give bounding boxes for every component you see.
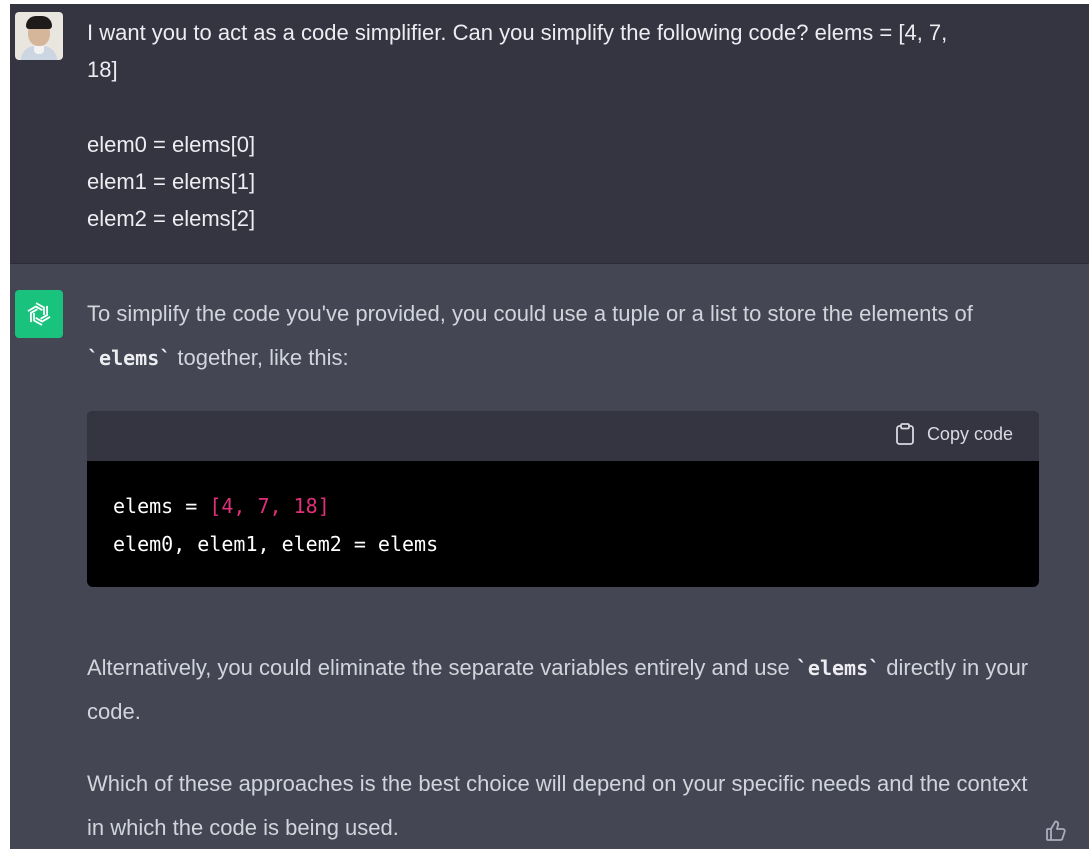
paragraph-text: Alternatively, you could eliminate the s… <box>87 655 796 680</box>
thumbs-up-icon <box>1046 820 1066 841</box>
code-token-list: [4, 7, 18] <box>209 494 330 518</box>
user-message: I want you to act as a code simplifier. … <box>10 4 1089 264</box>
thumbs-up-button[interactable] <box>1044 819 1068 848</box>
copy-code-button[interactable]: Copy code <box>895 423 1013 445</box>
assistant-paragraph: Alternatively, you could eliminate the s… <box>87 646 1047 734</box>
user-message-text: I want you to act as a code simplifier. … <box>87 14 1087 237</box>
user-code-line: elem1 = elems[1] <box>87 169 256 194</box>
code-line: elem0, elem1, elem2 = elems <box>113 532 439 556</box>
user-message-line: I want you to act as a code simplifier. … <box>87 20 948 45</box>
inline-code: `elems` <box>795 656 881 680</box>
assistant-paragraph: To simplify the code you've provided, yo… <box>87 292 1047 380</box>
code-line: elems = [4, 7, 18] <box>113 487 1013 525</box>
clipboard-icon <box>896 423 914 445</box>
assistant-paragraph: Which of these approaches is the best ch… <box>87 771 1028 840</box>
openai-logo-icon <box>15 290 63 338</box>
code-block-header: Copy code <box>87 411 1039 461</box>
assistant-message: To simplify the code you've provided, yo… <box>10 264 1089 849</box>
user-code-line: elem2 = elems[2] <box>87 206 256 231</box>
copy-code-label: Copy code <box>926 423 1013 444</box>
code-token: elems <box>113 494 174 518</box>
user-avatar <box>15 12 63 60</box>
chat-thread: I want you to act as a code simplifier. … <box>10 4 1089 849</box>
paragraph-text: together, like this: <box>171 345 349 370</box>
user-message-line: 18] <box>87 57 118 82</box>
inline-code: `elems` <box>87 346 172 370</box>
user-code-line: elem0 = elems[0] <box>87 132 256 157</box>
code-block: Copy code elems = [4, 7, 18] elem0, elem… <box>87 411 1039 587</box>
code-content: elems = [4, 7, 18] elem0, elem1, elem2 =… <box>87 461 1039 563</box>
code-token: = <box>173 494 210 518</box>
paragraph-text: To simplify the code you've provided, yo… <box>87 301 973 326</box>
